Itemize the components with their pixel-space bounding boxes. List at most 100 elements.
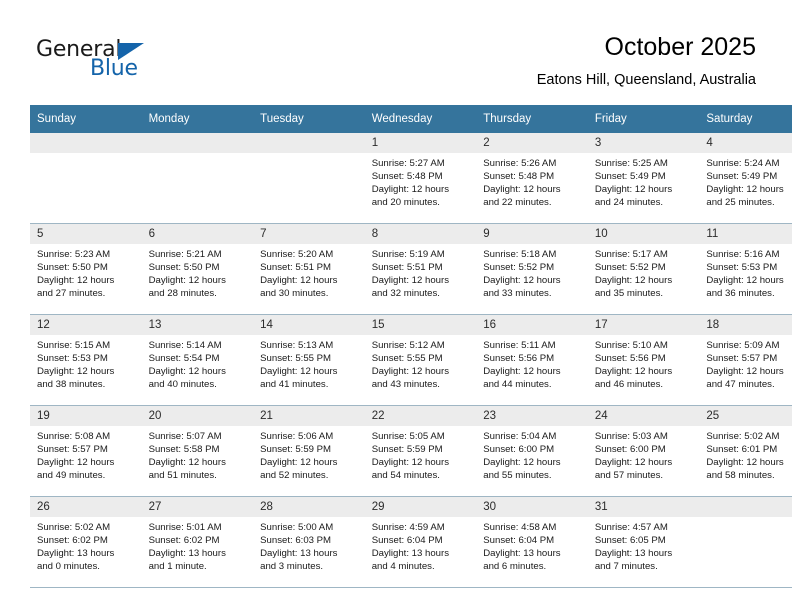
day-details: Sunrise: 5:18 AM Sunset: 5:52 PM Daylight:…	[476, 244, 588, 300]
sunset-text: Sunset: 6:01 PM	[706, 444, 778, 456]
sunset-text: Sunset: 5:57 PM	[706, 353, 778, 365]
calendar-table: Sunday Monday Tuesday Wednesday Thursday…	[30, 105, 792, 588]
day-number: 17	[587, 315, 700, 335]
calendar-day-cell[interactable]: 18 Sunrise: 5:09 AM Sunset: 5:57 PM Dayligh…	[699, 314, 792, 406]
calendar-day-cell[interactable]: 4 Sunrise: 5:24 AM Sunset: 5:49 PM Daylight…	[699, 133, 792, 224]
sunrise-text: Sunrise: 5:19 AM	[371, 249, 445, 260]
calendar-day-cell[interactable]: 16 Sunrise: 5:11 AM Sunset: 5:56 PM Dayligh…	[476, 314, 588, 406]
calendar-cell-empty	[253, 133, 365, 224]
calendar-day-cell[interactable]: 15 Sunrise: 5:12 AM Sunset: 5:55 PM Dayligh…	[364, 314, 477, 406]
sunset-text: Sunset: 5:56 PM	[483, 353, 555, 365]
sunset-text: Sunset: 5:48 PM	[483, 171, 555, 183]
sunset-text: Sunset: 5:49 PM	[594, 171, 666, 183]
daylight-text-line1: Daylight: 12 hours	[260, 457, 338, 469]
sunset-text: Sunset: 5:50 PM	[37, 262, 108, 274]
calendar-week-row: 1 Sunrise: 5:27 AM Sunset: 5:48 PM Daylight…	[30, 133, 792, 224]
calendar-day-cell[interactable]: 22 Sunrise: 5:05 AM Sunset: 5:59 PM Dayligh…	[364, 405, 477, 497]
day-number: 18	[699, 315, 792, 335]
sunrise-text: Sunrise: 5:04 AM	[483, 431, 557, 442]
day-details: Sunrise: 5:16 AM Sunset: 5:53 PM Daylight:…	[699, 244, 792, 300]
sunrise-text: Sunrise: 5:21 AM	[148, 249, 222, 260]
calendar-day-cell[interactable]: 12 Sunrise: 5:15 AM Sunset: 5:53 PM Dayligh…	[30, 314, 142, 406]
daylight-text-line2: and 38 minutes.	[37, 379, 106, 391]
sunrise-text: Sunrise: 5:15 AM	[37, 340, 111, 351]
calendar-day-cell[interactable]: 6 Sunrise: 5:21 AM Sunset: 5:50 PM Daylight…	[141, 223, 254, 315]
day-details: Sunrise: 5:06 AM Sunset: 5:59 PM Daylight:…	[253, 426, 365, 482]
calendar-body: 1 Sunrise: 5:27 AM Sunset: 5:48 PM Daylight…	[30, 133, 792, 588]
sunrise-text: Sunrise: 5:13 AM	[260, 340, 334, 351]
day-number: 15	[364, 315, 477, 335]
sunrise-text: Sunrise: 4:57 AM	[594, 522, 668, 533]
calendar-day-cell[interactable]: 9 Sunrise: 5:18 AM Sunset: 5:52 PM Daylight…	[476, 223, 588, 315]
calendar-header-row: Sunday Monday Tuesday Wednesday Thursday…	[30, 105, 792, 133]
day-number: 25	[699, 406, 792, 426]
calendar-day-cell[interactable]: 1 Sunrise: 5:27 AM Sunset: 5:48 PM Daylight…	[364, 133, 477, 224]
calendar-day-cell[interactable]: 21 Sunrise: 5:06 AM Sunset: 5:59 PM Dayligh…	[253, 405, 365, 497]
day-number: 11	[699, 224, 792, 244]
daylight-text-line1: Daylight: 12 hours	[148, 366, 226, 378]
sunset-text: Sunset: 6:00 PM	[594, 444, 666, 456]
calendar-day-cell[interactable]: 11 Sunrise: 5:16 AM Sunset: 5:53 PM Dayligh…	[699, 223, 792, 315]
day-details: Sunrise: 5:20 AM Sunset: 5:51 PM Daylight:…	[253, 244, 365, 300]
day-details: Sunrise: 4:57 AM Sunset: 6:05 PM Daylight:…	[588, 517, 700, 573]
sunset-text: Sunset: 6:04 PM	[371, 535, 443, 547]
weekday-header-wednesday: Wednesday	[364, 105, 477, 133]
calendar-day-cell[interactable]: 8 Sunrise: 5:19 AM Sunset: 5:51 PM Daylight…	[364, 223, 477, 315]
sunrise-text: Sunrise: 5:25 AM	[594, 158, 668, 169]
calendar-page: General Blue October 2025 Eatons Hill, Q…	[0, 0, 792, 612]
daylight-text-line1: Daylight: 12 hours	[483, 184, 561, 196]
sunrise-text: Sunrise: 5:05 AM	[371, 431, 445, 442]
calendar-day-cell[interactable]: 3 Sunrise: 5:25 AM Sunset: 5:49 PM Daylight…	[587, 133, 700, 224]
sunset-text: Sunset: 5:49 PM	[706, 171, 778, 183]
sunset-text: Sunset: 5:58 PM	[148, 444, 220, 456]
daylight-text-line1: Daylight: 12 hours	[37, 366, 115, 378]
day-number: 2	[476, 133, 588, 153]
calendar-day-cell[interactable]: 20 Sunrise: 5:07 AM Sunset: 5:58 PM Dayligh…	[141, 405, 254, 497]
calendar-day-cell[interactable]: 30 Sunrise: 4:58 AM Sunset: 6:04 PM Dayligh…	[476, 496, 588, 588]
sunset-text: Sunset: 5:48 PM	[371, 171, 443, 183]
daylight-text-line2: and 47 minutes.	[706, 379, 775, 391]
day-number: 13	[141, 315, 254, 335]
calendar-day-cell[interactable]: 17 Sunrise: 5:10 AM Sunset: 5:56 PM Dayligh…	[587, 314, 700, 406]
calendar-grid: Sunday Monday Tuesday Wednesday Thursday…	[30, 105, 792, 588]
day-number	[253, 133, 365, 153]
brand-logo[interactable]: General Blue	[36, 37, 256, 87]
sunset-text: Sunset: 5:52 PM	[483, 262, 555, 274]
daylight-text-line1: Daylight: 12 hours	[371, 184, 450, 196]
daylight-text-line2: and 7 minutes.	[594, 561, 658, 573]
daylight-text-line2: and 52 minutes.	[260, 470, 329, 482]
sunset-text: Sunset: 6:04 PM	[483, 535, 555, 547]
calendar-day-cell[interactable]: 29 Sunrise: 4:59 AM Sunset: 6:04 PM Dayligh…	[364, 496, 477, 588]
calendar-day-cell[interactable]: 25 Sunrise: 5:02 AM Sunset: 6:01 PM Dayligh…	[699, 405, 792, 497]
daylight-text-line2: and 24 minutes.	[594, 197, 664, 209]
day-details: Sunrise: 5:10 AM Sunset: 5:56 PM Daylight:…	[588, 335, 700, 391]
calendar-day-cell[interactable]: 23 Sunrise: 5:04 AM Sunset: 6:00 PM Dayligh…	[476, 405, 588, 497]
calendar-day-cell[interactable]: 7 Sunrise: 5:20 AM Sunset: 5:51 PM Daylight…	[253, 223, 365, 315]
calendar-day-cell[interactable]: 31 Sunrise: 4:57 AM Sunset: 6:05 PM Dayligh…	[587, 496, 700, 588]
calendar-day-cell[interactable]: 2 Sunrise: 5:26 AM Sunset: 5:48 PM Daylight…	[476, 133, 588, 224]
calendar-week-row: 26 Sunrise: 5:02 AM Sunset: 6:02 PM Dayligh…	[30, 496, 792, 588]
calendar-day-cell[interactable]: 24 Sunrise: 5:03 AM Sunset: 6:00 PM Dayligh…	[587, 405, 700, 497]
daylight-text-line2: and 22 minutes.	[483, 197, 552, 209]
calendar-day-cell[interactable]: 13 Sunrise: 5:14 AM Sunset: 5:54 PM Dayligh…	[141, 314, 254, 406]
calendar-day-cell[interactable]: 10 Sunrise: 5:17 AM Sunset: 5:52 PM Dayligh…	[587, 223, 700, 315]
calendar-day-cell[interactable]: 28 Sunrise: 5:00 AM Sunset: 6:03 PM Dayligh…	[253, 496, 365, 588]
day-details: Sunrise: 5:09 AM Sunset: 5:57 PM Daylight:…	[699, 335, 792, 391]
day-number: 1	[364, 133, 477, 153]
day-number: 26	[30, 497, 142, 517]
calendar-cell-empty	[30, 133, 142, 224]
day-number	[141, 133, 254, 153]
calendar-day-cell[interactable]: 27 Sunrise: 5:01 AM Sunset: 6:02 PM Dayligh…	[141, 496, 254, 588]
day-details: Sunrise: 5:03 AM Sunset: 6:00 PM Daylight:…	[588, 426, 700, 482]
daylight-text-line1: Daylight: 12 hours	[706, 457, 784, 469]
daylight-text-line2: and 27 minutes.	[37, 288, 106, 300]
calendar-day-cell[interactable]: 26 Sunrise: 5:02 AM Sunset: 6:02 PM Dayligh…	[30, 496, 142, 588]
calendar-day-cell[interactable]: 19 Sunrise: 5:08 AM Sunset: 5:57 PM Dayligh…	[30, 405, 142, 497]
sunset-text: Sunset: 6:00 PM	[483, 444, 555, 456]
calendar-day-cell[interactable]: 5 Sunrise: 5:23 AM Sunset: 5:50 PM Daylight…	[30, 223, 142, 315]
daylight-text-line2: and 49 minutes.	[37, 470, 106, 482]
day-details: Sunrise: 5:05 AM Sunset: 5:59 PM Daylight:…	[365, 426, 477, 482]
calendar-day-cell[interactable]: 14 Sunrise: 5:13 AM Sunset: 5:55 PM Dayligh…	[253, 314, 365, 406]
daylight-text-line1: Daylight: 12 hours	[706, 275, 784, 287]
sunrise-text: Sunrise: 5:16 AM	[706, 249, 780, 260]
